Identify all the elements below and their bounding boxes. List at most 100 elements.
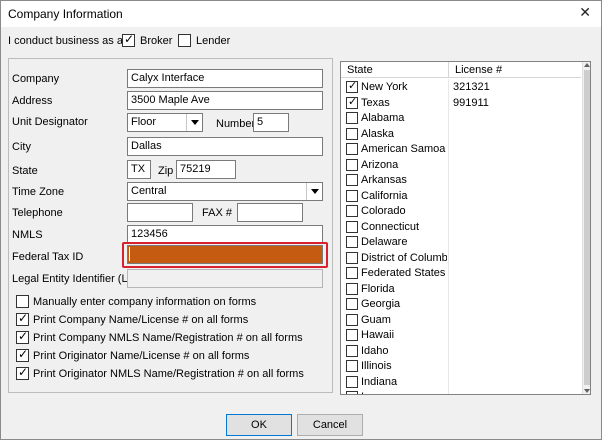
- telephone-input[interactable]: [127, 203, 193, 222]
- column-divider: [448, 218, 449, 235]
- state-checkbox[interactable]: [346, 313, 358, 326]
- time-zone-value: Central: [131, 185, 167, 197]
- company-input[interactable]: Calyx Interface: [127, 69, 323, 88]
- list-item[interactable]: Arizona: [341, 156, 581, 173]
- zip-input[interactable]: 75219: [176, 160, 236, 179]
- list-item[interactable]: Federated States ...: [341, 265, 581, 281]
- state-checkbox[interactable]: [346, 329, 358, 341]
- state-checkbox[interactable]: [346, 282, 358, 295]
- list-item[interactable]: Georgia: [341, 296, 581, 312]
- close-icon[interactable]: ✕: [579, 4, 591, 21]
- state-input[interactable]: TX: [127, 160, 151, 179]
- state-checkbox[interactable]: [346, 391, 358, 394]
- list-item[interactable]: Idaho: [341, 342, 581, 359]
- column-divider: [448, 141, 449, 157]
- list-item[interactable]: Alabama: [341, 110, 581, 126]
- state-checkbox[interactable]: [346, 95, 358, 109]
- column-divider: [448, 265, 449, 281]
- column-divider: [448, 311, 449, 328]
- list-item[interactable]: Connecticut: [341, 218, 581, 235]
- print-company-license-checkbox[interactable]: [16, 311, 29, 326]
- state-license-list[interactable]: State License # New York 321321 Texas 99191…: [340, 61, 591, 395]
- lei-label: Legal Entity Identifier (LEI): [12, 273, 142, 285]
- lei-input[interactable]: [127, 269, 323, 288]
- state-name: Georgia: [361, 298, 401, 310]
- scroll-down-icon[interactable]: [584, 389, 590, 393]
- list-item[interactable]: Delaware: [341, 234, 581, 250]
- list-item[interactable]: Colorado: [341, 203, 581, 219]
- state-checkbox[interactable]: [346, 79, 358, 93]
- address-input[interactable]: 3500 Maple Ave: [127, 91, 323, 110]
- number-input[interactable]: 5: [253, 113, 289, 132]
- nmls-label: NMLS: [12, 229, 43, 241]
- print-originator-license-checkbox[interactable]: [16, 347, 29, 362]
- list-item[interactable]: New York 321321: [341, 79, 581, 95]
- column-divider: [448, 62, 449, 78]
- broker-label: Broker: [140, 35, 173, 47]
- column-divider: [448, 172, 449, 188]
- federal-tax-id-label: Federal Tax ID: [12, 251, 84, 263]
- state-checkbox[interactable]: [346, 298, 358, 310]
- list-item[interactable]: Indiana: [341, 373, 581, 390]
- license-column-header[interactable]: License #: [455, 64, 502, 76]
- federal-tax-id-input[interactable]: [127, 245, 323, 264]
- unit-designator-label: Unit Designator: [12, 116, 88, 128]
- unit-designator-select[interactable]: Floor: [127, 113, 203, 132]
- state-checkbox[interactable]: [346, 220, 358, 233]
- manual-entry-checkbox[interactable]: [16, 295, 29, 308]
- list-item[interactable]: Arkansas: [341, 172, 581, 188]
- state-name: Iowa: [361, 391, 447, 394]
- state-checkbox[interactable]: [346, 251, 358, 264]
- scrollbar-thumb[interactable]: [584, 70, 590, 385]
- state-checkbox[interactable]: [346, 267, 358, 279]
- fax-label: FAX #: [202, 207, 232, 219]
- license-number[interactable]: 991911: [453, 97, 489, 109]
- lender-checkbox[interactable]: [178, 34, 191, 47]
- chevron-down-icon[interactable]: [186, 114, 202, 131]
- list-item[interactable]: Iowa: [341, 389, 581, 394]
- state-name: Alabama: [361, 112, 405, 124]
- column-divider: [448, 234, 449, 250]
- state-column-header[interactable]: State: [347, 64, 373, 76]
- state-checkbox[interactable]: [346, 344, 358, 357]
- list-item[interactable]: Alaska: [341, 125, 581, 142]
- state-checkbox[interactable]: [346, 375, 358, 388]
- column-divider: [448, 94, 449, 111]
- window-title: Company Information: [8, 7, 123, 21]
- list-item[interactable]: Guam: [341, 311, 581, 328]
- list-item[interactable]: District of Columbia: [341, 249, 581, 266]
- vertical-scrollbar[interactable]: [582, 62, 590, 394]
- state-name: American Samoa: [361, 143, 446, 155]
- print-originator-nmls-checkbox[interactable]: [16, 365, 29, 380]
- state-checkbox[interactable]: [346, 189, 358, 202]
- cancel-button[interactable]: Cancel: [297, 414, 363, 436]
- list-item[interactable]: Texas 991911: [341, 94, 581, 111]
- state-checkbox[interactable]: [346, 158, 358, 171]
- state-label: State: [12, 165, 38, 177]
- city-input[interactable]: Dallas: [127, 137, 323, 156]
- fax-input[interactable]: [237, 203, 303, 222]
- list-item[interactable]: Illinois: [341, 358, 581, 374]
- state-checkbox[interactable]: [346, 205, 358, 217]
- list-item[interactable]: Florida: [341, 280, 581, 297]
- state-checkbox[interactable]: [346, 174, 358, 186]
- state-checkbox[interactable]: [346, 127, 358, 140]
- state-name: District of Columbia: [361, 251, 447, 264]
- state-checkbox[interactable]: [346, 143, 358, 155]
- broker-checkbox[interactable]: [122, 32, 135, 47]
- list-item[interactable]: American Samoa: [341, 141, 581, 157]
- zip-label: Zip: [158, 165, 174, 177]
- state-name: Colorado: [361, 205, 406, 217]
- scroll-up-icon[interactable]: [584, 63, 590, 67]
- print-company-nmls-checkbox[interactable]: [16, 329, 29, 344]
- state-checkbox[interactable]: [346, 360, 358, 372]
- list-item[interactable]: California: [341, 187, 581, 204]
- time-zone-select[interactable]: Central: [127, 182, 323, 201]
- state-name: Illinois: [361, 360, 392, 372]
- state-checkbox[interactable]: [346, 112, 358, 124]
- state-checkbox[interactable]: [346, 236, 358, 248]
- license-number[interactable]: 321321: [453, 81, 490, 93]
- ok-button[interactable]: OK: [226, 414, 292, 436]
- chevron-down-icon[interactable]: [306, 183, 322, 200]
- list-item[interactable]: Hawaii: [341, 327, 581, 343]
